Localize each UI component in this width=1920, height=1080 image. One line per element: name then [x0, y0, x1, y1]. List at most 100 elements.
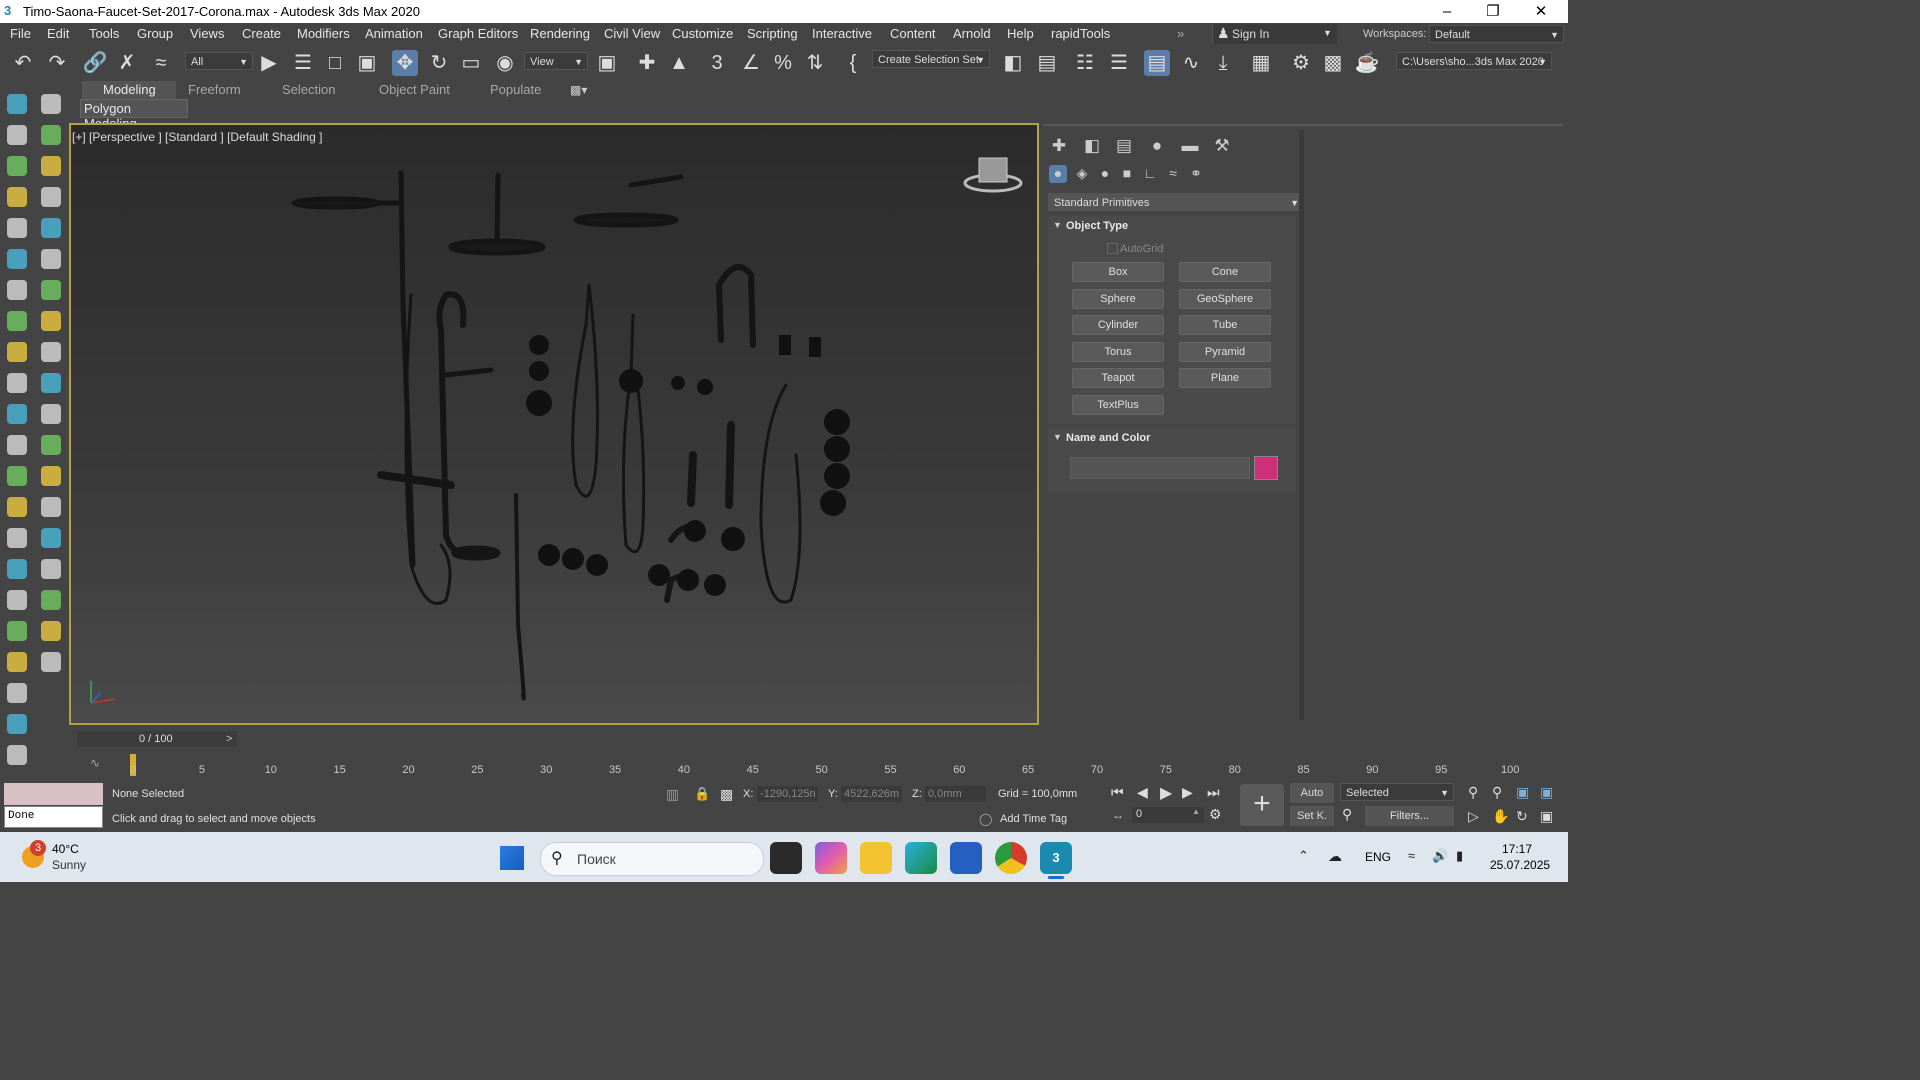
- hierarchy-tab-icon[interactable]: ▤: [1112, 136, 1136, 158]
- menu-group[interactable]: Group: [137, 26, 173, 41]
- redo-icon[interactable]: ↷: [44, 50, 70, 76]
- command-panel-scrollbar[interactable]: [1299, 130, 1304, 720]
- play-icon[interactable]: ▶: [1160, 783, 1172, 803]
- snaps-toggle-icon[interactable]: 3: [704, 50, 730, 76]
- ribbon-options-icon[interactable]: ▩▾: [570, 83, 587, 97]
- z-coordinate-field[interactable]: 0,0mm: [925, 786, 986, 802]
- perspective-viewport[interactable]: [69, 123, 1039, 725]
- menu-tools[interactable]: Tools: [89, 26, 119, 41]
- select-move-icon[interactable]: ✥: [392, 50, 418, 76]
- plane-button[interactable]: Plane: [1179, 368, 1271, 388]
- time-config-icon[interactable]: ⚙: [1209, 806, 1222, 823]
- render-icon[interactable]: [41, 125, 61, 145]
- menu-views[interactable]: Views: [190, 26, 224, 41]
- teapot-button[interactable]: Teapot: [1072, 368, 1164, 388]
- helper-icon[interactable]: [7, 528, 27, 548]
- maxscript-listener-mini[interactable]: [4, 783, 103, 805]
- reference-coordinate-dropdown[interactable]: View ▼: [524, 52, 588, 70]
- scene-states-icon[interactable]: [41, 249, 61, 269]
- tab-modeling[interactable]: Modeling: [103, 82, 156, 97]
- filters-button[interactable]: Filters...: [1365, 806, 1454, 826]
- task-view-icon[interactable]: [770, 842, 802, 874]
- field-of-view-icon[interactable]: ▷: [1468, 808, 1479, 825]
- viewport-layout-icon[interactable]: [41, 373, 61, 393]
- render-icon[interactable]: [41, 280, 61, 300]
- spinner-snap-icon[interactable]: ⇅: [802, 50, 828, 76]
- viewport-layout-icon[interactable]: [7, 94, 27, 114]
- key-filter-dropdown[interactable]: Selected ▼: [1340, 783, 1454, 801]
- rollout-collapse-icon[interactable]: ▼: [1053, 220, 1062, 230]
- maximize-viewport-icon[interactable]: ▣: [1540, 808, 1553, 825]
- viewport-label[interactable]: [+] [Perspective ] [Standard ] [Default …: [72, 130, 322, 144]
- menu-edit[interactable]: Edit: [47, 26, 69, 41]
- viewport-layout-icon[interactable]: [7, 559, 27, 579]
- link-icon[interactable]: 🔗: [82, 50, 108, 76]
- tab-object-paint[interactable]: Object Paint: [379, 82, 450, 97]
- orbit-icon[interactable]: ↻: [1516, 808, 1528, 825]
- keyboard-shortcut-override-icon[interactable]: ▲: [666, 50, 692, 76]
- volume-icon[interactable]: 🔊: [1432, 848, 1448, 864]
- prev-frame-icon[interactable]: ◀: [1137, 784, 1148, 801]
- minimize-button[interactable]: –: [1424, 0, 1470, 23]
- named-selection-set-dropdown[interactable]: Create Selection Set ▼: [872, 50, 990, 68]
- scene-states-icon[interactable]: [41, 404, 61, 424]
- scene-states-icon[interactable]: [41, 94, 61, 114]
- helpers-icon[interactable]: ∟: [1141, 165, 1159, 183]
- modify-tab-icon[interactable]: ◧: [1080, 136, 1104, 158]
- undo-icon[interactable]: ↶: [10, 50, 36, 76]
- clock-date[interactable]: 25.07.2025: [1490, 858, 1550, 872]
- menu-civil-view[interactable]: Civil View: [604, 26, 660, 41]
- light-icon[interactable]: [41, 156, 61, 176]
- angle-snap-icon[interactable]: ∠: [738, 50, 764, 76]
- helper-icon[interactable]: [7, 218, 27, 238]
- next-frame-icon[interactable]: ▶: [1182, 784, 1193, 801]
- microsoft-store-icon[interactable]: [950, 842, 982, 874]
- time-slider[interactable]: 0 / 100: [77, 731, 237, 747]
- cone-button[interactable]: Cone: [1179, 262, 1271, 282]
- set-key-big-icon[interactable]: +: [1240, 784, 1284, 826]
- viewport-layout-icon[interactable]: [41, 218, 61, 238]
- zoom-extents-all-icon[interactable]: ▣: [1540, 784, 1553, 801]
- helper-icon[interactable]: [41, 187, 61, 207]
- select-manipulate-icon[interactable]: ✚: [634, 50, 660, 76]
- menu-customize[interactable]: Customize: [672, 26, 733, 41]
- restore-button[interactable]: ❐: [1470, 0, 1516, 23]
- align-icon[interactable]: ▤: [1034, 50, 1060, 76]
- scene-states-icon[interactable]: [7, 435, 27, 455]
- menu-content[interactable]: Content: [890, 26, 936, 41]
- tab-populate[interactable]: Populate: [490, 82, 541, 97]
- menu-graph-editors[interactable]: Graph Editors: [438, 26, 518, 41]
- object-name-field[interactable]: [1070, 457, 1250, 479]
- viewport-layout-icon[interactable]: [7, 249, 27, 269]
- sphere-button[interactable]: Sphere: [1072, 289, 1164, 309]
- menu-create[interactable]: Create: [242, 26, 281, 41]
- menu-rendering[interactable]: Rendering: [530, 26, 590, 41]
- tab-freeform[interactable]: Freeform: [188, 82, 241, 97]
- scene-explorer-icon[interactable]: ☷: [1072, 50, 1098, 76]
- menu-rapidtools[interactable]: rapidTools: [1051, 26, 1110, 41]
- name-color-title[interactable]: Name and Color: [1066, 432, 1150, 444]
- weather-description[interactable]: Sunny: [52, 858, 86, 872]
- light-icon[interactable]: [7, 497, 27, 517]
- set-key-button[interactable]: Set K.: [1290, 806, 1334, 826]
- render-icon[interactable]: [7, 621, 27, 641]
- menu-help[interactable]: Help: [1007, 26, 1034, 41]
- absolute-mode-icon[interactable]: ▩: [720, 786, 733, 803]
- cylinder-button[interactable]: Cylinder: [1072, 315, 1164, 335]
- add-time-tag[interactable]: Add Time Tag: [1000, 813, 1067, 825]
- select-by-name-icon[interactable]: ☰: [290, 50, 316, 76]
- shapes-icon[interactable]: ◈: [1073, 165, 1091, 183]
- scene-states-icon[interactable]: [41, 559, 61, 579]
- lock-icon[interactable]: 🔒: [694, 786, 710, 802]
- key-icon[interactable]: ⚲: [1342, 806, 1352, 823]
- light-icon[interactable]: [7, 342, 27, 362]
- torus-button[interactable]: Torus: [1072, 342, 1164, 362]
- ribbon-polygon-modeling[interactable]: Polygon Modeling: [80, 99, 188, 131]
- menu-overflow-icon[interactable]: »: [1177, 26, 1184, 41]
- 3dsmax-taskbar-icon[interactable]: 3: [1040, 842, 1072, 874]
- display-tab-icon[interactable]: ▬: [1178, 136, 1202, 158]
- pan-icon[interactable]: ✋: [1492, 808, 1509, 825]
- percent-snap-icon[interactable]: %: [770, 50, 796, 76]
- rollout-collapse-icon[interactable]: ▼: [1053, 432, 1062, 442]
- language-indicator[interactable]: ENG: [1365, 850, 1391, 864]
